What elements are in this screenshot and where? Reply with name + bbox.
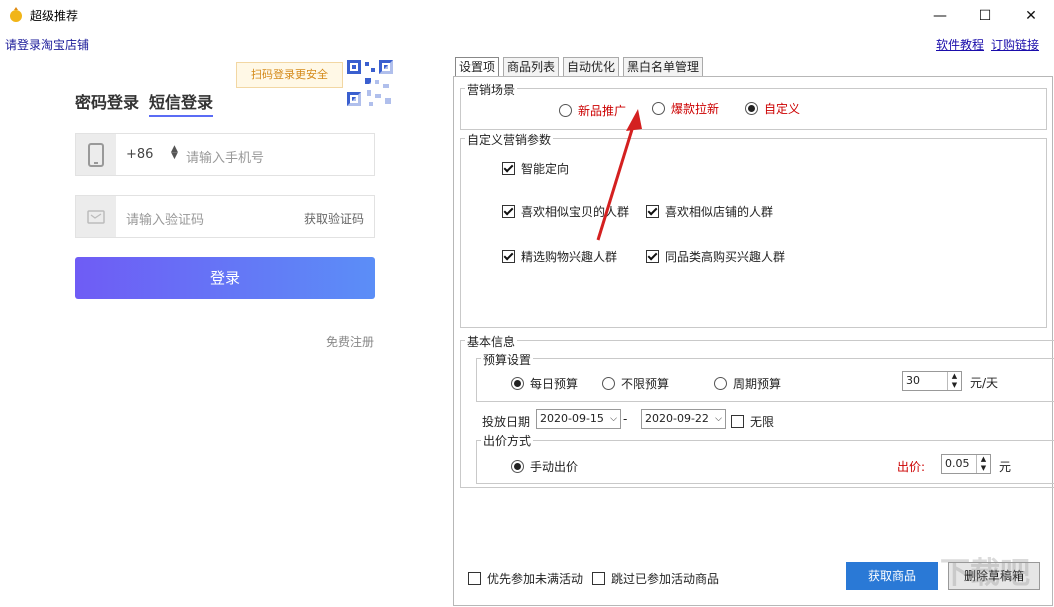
checkbox-smart-targeting[interactable] (502, 162, 515, 175)
param-category-interest[interactable]: 同品类高购买兴趣人群 (646, 248, 785, 265)
budget-option-unlimited[interactable]: 不限预算 (602, 375, 669, 392)
title-bar (0, 0, 1054, 31)
param-shopping-interest[interactable]: 精选购物兴趣人群 (502, 248, 617, 265)
param-smart-targeting-label: 智能定向 (521, 162, 570, 176)
tab-settings[interactable]: 设置项 (455, 57, 500, 76)
window-title: 超级推荐 (30, 9, 79, 23)
country-code-arrow-icon[interactable]: ▲ ▼ (171, 145, 178, 161)
start-date-picker[interactable]: 2020-09-15 ⌵ (536, 409, 621, 429)
country-code[interactable]: +86 (126, 147, 153, 162)
manual-bid-label: 手动出价 (530, 460, 579, 474)
scenario-option-custom[interactable]: 自定义 (745, 100, 800, 117)
radio-period-budget[interactable] (714, 377, 727, 390)
end-date-value: 2020-09-22 (645, 412, 709, 425)
tab-auto-optimize[interactable]: 自动优化 (563, 57, 620, 76)
budget-daily-label: 每日预算 (530, 377, 579, 391)
tab-password-login[interactable]: 密码登录 (75, 89, 139, 113)
budget-value[interactable]: 30 (903, 372, 947, 390)
minimize-button[interactable]: — (917, 0, 963, 31)
chevron-down-icon[interactable]: ⌵ (610, 410, 617, 428)
checkbox-similar-items[interactable] (502, 205, 515, 218)
tab-product-list[interactable]: 商品列表 (503, 57, 560, 76)
get-code-button[interactable]: 获取验证码 (304, 210, 364, 227)
tutorial-link[interactable]: 软件教程 (936, 36, 984, 53)
bid-unit: 元 (999, 460, 1012, 474)
prefer-activity-label: 优先参加未满活动 (487, 572, 584, 586)
watermark: 下载吧 (940, 556, 1030, 591)
checkbox-unlimited-date[interactable] (731, 415, 744, 428)
tab-black-white-list[interactable]: 黑白名单管理 (623, 57, 704, 76)
checkbox-category-interest[interactable] (646, 250, 659, 263)
radio-custom[interactable] (745, 102, 758, 115)
skip-joined-option[interactable]: 跳过已参加活动商品 (592, 570, 719, 587)
qr-code-icon[interactable] (345, 58, 395, 108)
stepper-arrows-icon[interactable]: ▲ ▼ (947, 372, 961, 390)
unlimited-date-label: 无限 (750, 415, 775, 429)
budget-stepper[interactable]: 30 ▲ ▼ (902, 371, 962, 391)
bid-stepper[interactable]: 0.05 ▲ ▼ (941, 454, 991, 474)
login-button[interactable]: 登录 (75, 257, 375, 299)
verification-code-field[interactable]: 请输入验证码 获取验证码 (75, 195, 375, 238)
close-button[interactable]: ✕ (1008, 0, 1054, 31)
scenario-hot-product-label: 爆款拉新 (671, 102, 720, 116)
scenario-option-hot-product[interactable]: 爆款拉新 (652, 100, 719, 117)
checkbox-skip-joined[interactable] (592, 572, 605, 585)
date-label: 投放日期 (482, 415, 531, 429)
store-login-link[interactable]: 请登录淘宝店铺 (5, 36, 89, 53)
unlimited-date-option[interactable]: 无限 (731, 413, 774, 430)
bid-group-label: 出价方式 (481, 432, 534, 449)
date-separator: - (623, 412, 628, 426)
chevron-down-icon[interactable]: ⌵ (715, 410, 722, 428)
budget-unlimited-label: 不限预算 (621, 377, 670, 391)
radio-unlimited-budget[interactable] (602, 377, 615, 390)
register-link[interactable]: 免费注册 (326, 333, 374, 350)
phone-field[interactable]: +86 ▲ ▼ 请输入手机号 (75, 133, 375, 176)
radio-manual-bid[interactable] (511, 460, 524, 473)
end-date-picker[interactable]: 2020-09-22 ⌵ (641, 409, 726, 429)
scenario-custom-label: 自定义 (764, 102, 801, 116)
checkbox-prefer-activity[interactable] (468, 572, 481, 585)
maximize-button[interactable]: ☐ (962, 0, 1008, 31)
checkbox-shopping-interest[interactable] (502, 250, 515, 263)
tab-sms-login[interactable]: 短信登录 (149, 89, 214, 117)
phone-input[interactable]: 请输入手机号 (186, 147, 264, 166)
radio-hot-product[interactable] (652, 102, 665, 115)
skip-joined-label: 跳过已参加活动商品 (611, 572, 720, 586)
start-date-value: 2020-09-15 (540, 412, 604, 425)
param-smart-targeting[interactable]: 智能定向 (502, 160, 569, 177)
phone-icon (76, 134, 116, 175)
purchase-link[interactable]: 订购链接 (991, 36, 1039, 53)
code-input[interactable]: 请输入验证码 (126, 209, 204, 228)
custom-params-label: 自定义营销参数 (465, 131, 554, 148)
scenario-group-label: 营销场景 (465, 81, 518, 98)
fetch-products-button[interactable]: 获取商品 (846, 562, 938, 590)
basic-info-label: 基本信息 (465, 333, 518, 350)
budget-unit: 元/天 (970, 376, 999, 390)
param-shopping-interest-label: 精选购物兴趣人群 (521, 250, 618, 264)
prefer-activity-option[interactable]: 优先参加未满活动 (468, 570, 583, 587)
budget-period-label: 周期预算 (733, 377, 782, 391)
budget-group-label: 预算设置 (481, 351, 534, 368)
param-similar-stores[interactable]: 喜欢相似店铺的人群 (646, 203, 773, 220)
bid-price-label: 出价: (897, 460, 926, 474)
param-category-interest-label: 同品类高购买兴趣人群 (665, 250, 786, 264)
bid-value[interactable]: 0.05 (942, 455, 976, 473)
param-similar-stores-label: 喜欢相似店铺的人群 (665, 205, 774, 219)
radio-daily-budget[interactable] (511, 377, 524, 390)
message-icon (76, 196, 116, 237)
budget-option-period[interactable]: 周期预算 (714, 375, 781, 392)
scan-login-tip: 扫码登录更安全 (236, 62, 343, 88)
budget-option-daily[interactable]: 每日预算 (511, 375, 578, 392)
stepper-arrows-icon[interactable]: ▲ ▼ (976, 455, 990, 473)
app-logo-icon (8, 7, 24, 23)
annotation-arrow-icon (596, 109, 642, 241)
bid-option-manual[interactable]: 手动出价 (511, 458, 578, 475)
radio-new-product[interactable] (559, 104, 572, 117)
